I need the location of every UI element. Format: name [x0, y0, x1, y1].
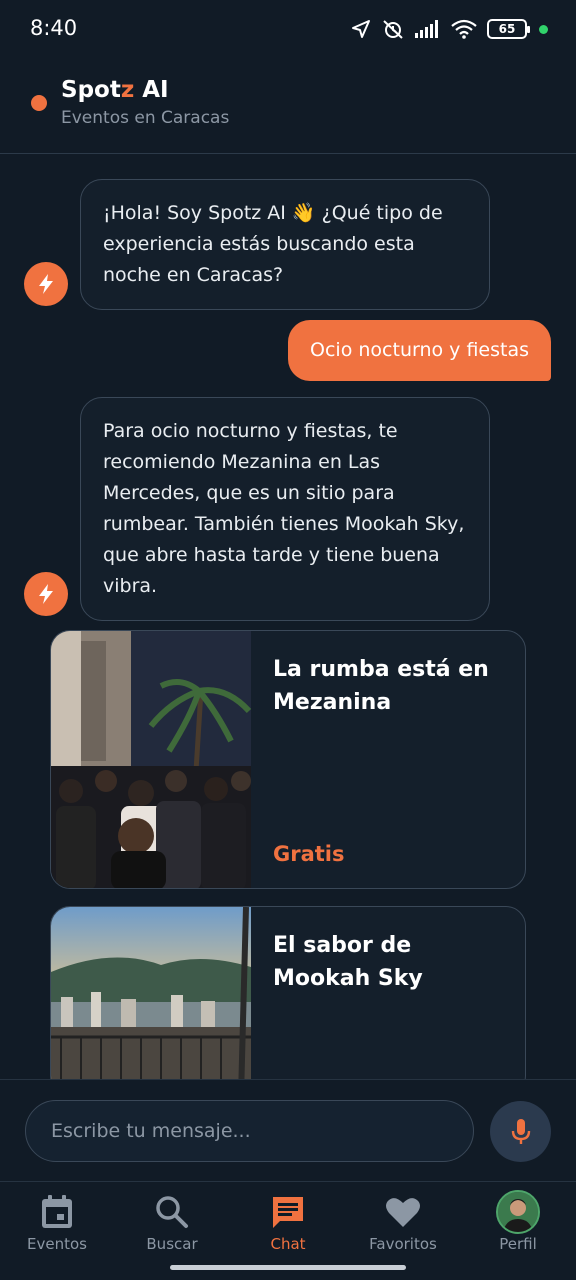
search-icon [156, 1196, 188, 1228]
event-title: El sabor de Mookah Sky [273, 933, 423, 991]
calendar-icon [42, 1195, 72, 1228]
bot-message: ¡Hola! Soy Spotz AI 👋 ¿Qué tipo de exper… [80, 179, 490, 310]
message-input[interactable] [25, 1100, 474, 1162]
signal-icon [415, 20, 438, 38]
battery-indicator: 65 [487, 19, 530, 39]
home-indicator[interactable] [170, 1265, 406, 1270]
alarm-off-icon [383, 20, 403, 39]
mic-button[interactable] [490, 1101, 551, 1162]
event-title: La rumba está en Mezanina [273, 657, 489, 715]
location-arrow-icon [352, 20, 370, 38]
nav-label: Favoritos [369, 1235, 437, 1253]
privacy-indicator-dot [539, 24, 548, 34]
nav-label: Perfil [499, 1235, 537, 1253]
app-title: Spotz AI [61, 77, 169, 103]
lightning-icon [39, 584, 53, 604]
microphone-icon [511, 1118, 530, 1144]
nav-label: Buscar [146, 1235, 198, 1253]
bot-message: Para ocio nocturno y fiestas, te recomie… [80, 397, 490, 621]
event-card-mezanina[interactable]: La rumba está en Mezanina Gratis [50, 630, 526, 889]
nav-item-buscar[interactable]: Buscar [122, 1192, 222, 1253]
lightning-icon [39, 274, 53, 294]
chat-icon [273, 1197, 303, 1228]
event-card-mookah-sky[interactable]: El sabor de Mookah Sky [50, 906, 526, 1096]
status-bar: 8:40 65 [0, 0, 576, 60]
event-image [51, 907, 251, 1095]
nav-item-eventos[interactable]: Eventos [7, 1192, 107, 1253]
status-icons: 65 [351, 18, 548, 40]
bot-avatar [24, 262, 68, 306]
online-status-dot [31, 95, 47, 111]
heart-icon [386, 1198, 420, 1227]
bot-avatar [24, 572, 68, 616]
chat-header: Spotz AI Eventos en Caracas [0, 60, 576, 154]
wifi-icon [451, 19, 477, 39]
avatar [496, 1190, 540, 1234]
message-input-bar [0, 1079, 576, 1181]
status-time: 8:40 [30, 16, 78, 40]
nav-item-perfil[interactable]: Perfil [468, 1190, 568, 1253]
event-price: Gratis [273, 842, 345, 866]
nav-item-chat[interactable]: Chat [238, 1192, 338, 1253]
user-message: Ocio nocturno y fiestas [288, 320, 551, 381]
nav-label: Chat [270, 1235, 306, 1253]
nav-label: Eventos [27, 1235, 87, 1253]
event-image [51, 631, 251, 888]
nav-item-favoritos[interactable]: Favoritos [353, 1192, 453, 1253]
app-subtitle: Eventos en Caracas [61, 108, 230, 128]
